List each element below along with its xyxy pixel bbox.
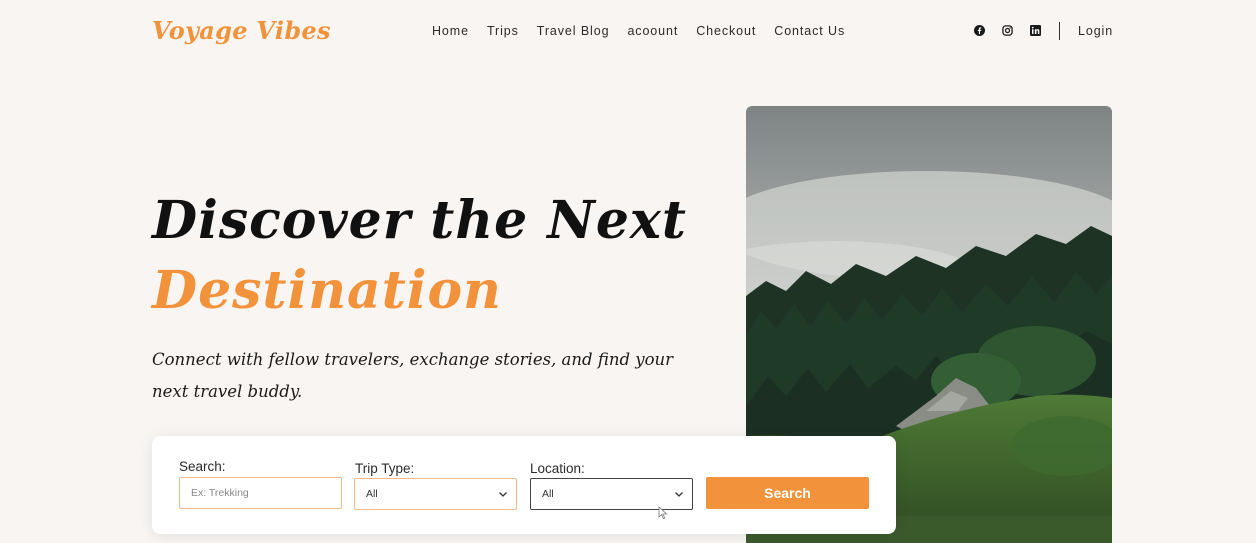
search-label: Search: — [179, 459, 226, 474]
hero-title-line2: Destination — [152, 260, 502, 321]
linkedin-icon[interactable] — [1029, 24, 1041, 36]
nav-home[interactable]: Home — [432, 24, 469, 38]
main-nav: Home Trips Travel Blog acoount Checkout … — [432, 24, 845, 38]
chevron-down-icon — [499, 492, 507, 497]
search-button[interactable]: Search — [706, 477, 869, 509]
location-select[interactable]: All — [530, 478, 693, 510]
location-label: Location: — [530, 461, 585, 476]
nav-trips[interactable]: Trips — [487, 24, 519, 38]
login-link[interactable]: Login — [1078, 24, 1113, 38]
social-links — [973, 24, 1041, 36]
search-input[interactable] — [179, 477, 342, 509]
hero-tagline: Connect with fellow travelers, exchange … — [152, 350, 674, 401]
nav-travel-blog[interactable]: Travel Blog — [537, 24, 610, 38]
nav-account[interactable]: acoount — [627, 24, 678, 38]
location-value: All — [542, 488, 554, 500]
hero-title-line1: Discover the Next — [152, 190, 687, 251]
trip-type-value: All — [366, 488, 378, 500]
search-card: Search: Trip Type: All Location: All Sea… — [152, 436, 896, 534]
chevron-down-icon — [675, 492, 683, 497]
header-divider — [1059, 22, 1060, 40]
instagram-icon[interactable] — [1001, 24, 1013, 36]
nav-checkout[interactable]: Checkout — [696, 24, 756, 38]
facebook-icon[interactable] — [973, 24, 985, 36]
hero-title: Discover the Next Destination — [152, 186, 687, 326]
nav-contact-us[interactable]: Contact Us — [774, 24, 845, 38]
site-logo[interactable]: Voyage Vibes — [152, 16, 331, 45]
mouse-cursor-icon — [658, 506, 668, 520]
trip-type-select[interactable]: All — [354, 478, 517, 510]
trip-type-label: Trip Type: — [355, 461, 415, 476]
